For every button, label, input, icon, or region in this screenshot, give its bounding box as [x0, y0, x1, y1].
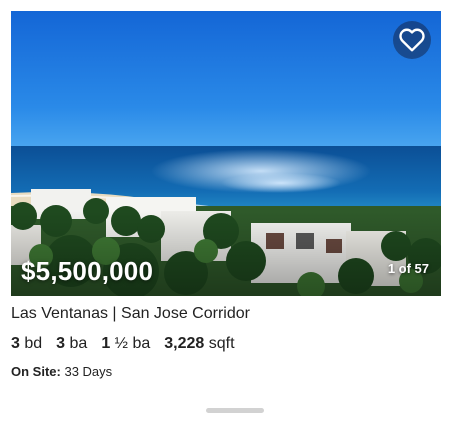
baths-value: 3	[56, 335, 66, 352]
baths-stat: 3 ba	[56, 335, 87, 353]
sqft-value: 3,228	[164, 335, 205, 352]
half-baths-value: 1	[101, 335, 111, 352]
half-baths-stat: 1 ½ ba	[101, 335, 150, 353]
half-baths-unit: ½ ba	[114, 335, 151, 352]
listing-card[interactable]: $5,500,000 1 of 57 Las Ventanas | San Jo…	[0, 0, 450, 425]
favorite-button[interactable]	[393, 21, 431, 59]
drag-handle[interactable]	[206, 408, 264, 413]
beds-value: 3	[11, 335, 20, 352]
listing-photo-image	[11, 11, 441, 296]
photo-counter: 1 of 57	[387, 261, 429, 276]
heart-icon	[399, 28, 425, 52]
sqft-stat: 3,228 sqft	[164, 335, 234, 353]
beds-unit: bd	[24, 335, 43, 352]
listing-photo[interactable]: $5,500,000 1 of 57	[11, 11, 441, 296]
listing-stats: 3 bd 3 ba 1 ½ ba 3,228 sqft	[11, 335, 235, 353]
listing-price: $5,500,000	[21, 256, 154, 286]
on-site-value: 33 Days	[64, 364, 113, 379]
on-site-duration: On Site: 33 Days	[11, 364, 112, 379]
on-site-label: On Site:	[11, 364, 61, 379]
listing-address[interactable]: Las Ventanas | San Jose Corridor	[11, 305, 250, 323]
sqft-unit: sqft	[208, 335, 235, 352]
baths-unit: ba	[69, 335, 88, 352]
beds-stat: 3 bd	[11, 335, 42, 353]
